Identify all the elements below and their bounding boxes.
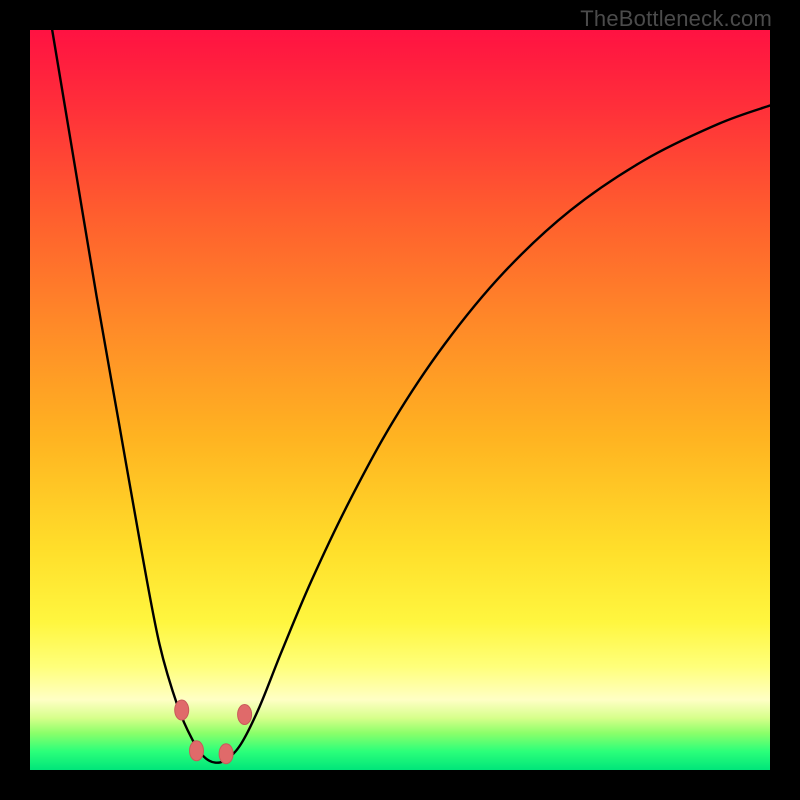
curve-marker xyxy=(219,744,233,764)
chart-frame: TheBottleneck.com xyxy=(0,0,800,800)
bottleneck-curve xyxy=(30,30,770,770)
curve-marker xyxy=(190,741,204,761)
watermark-text: TheBottleneck.com xyxy=(580,6,772,32)
curve-marker xyxy=(238,705,252,725)
plot-area xyxy=(30,30,770,770)
curve-marker xyxy=(175,700,189,720)
